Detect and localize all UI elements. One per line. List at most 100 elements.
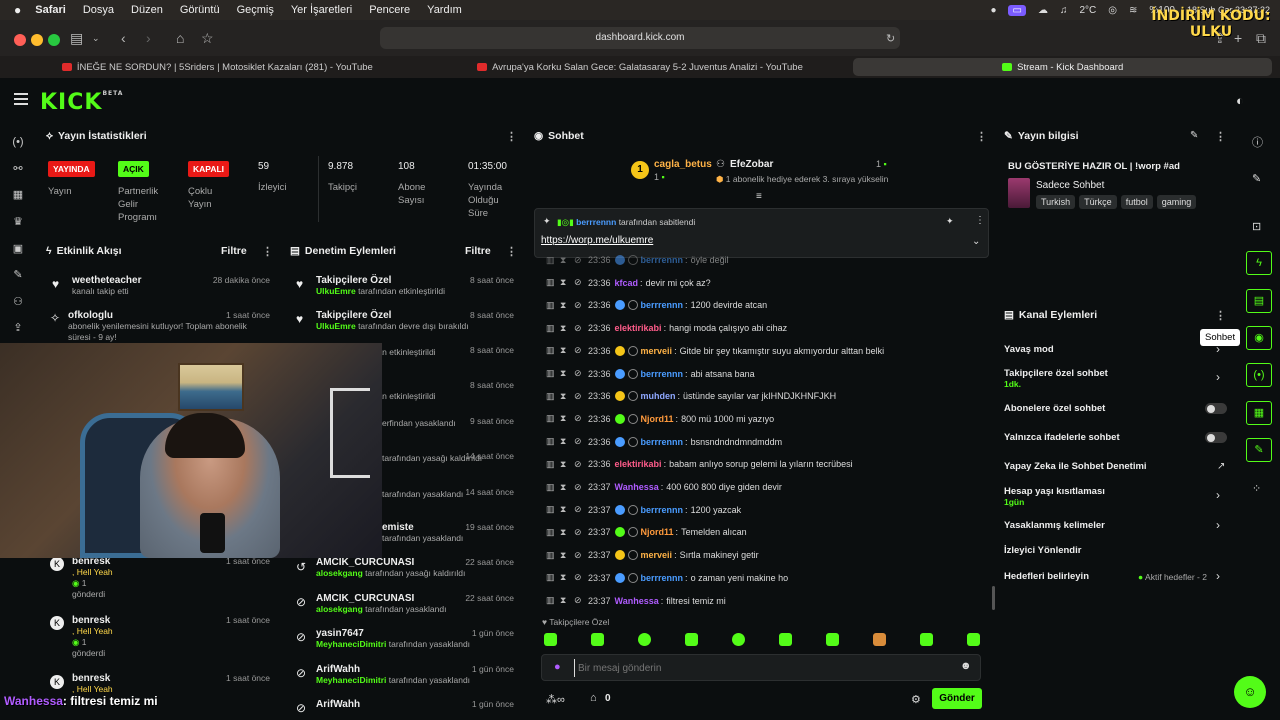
screen-icon[interactable]: ▭	[1008, 4, 1026, 16]
message-user[interactable]: merveii	[641, 346, 673, 356]
timeout-icon[interactable]: ⧗	[560, 527, 568, 538]
timeout-icon[interactable]: ⧗	[560, 345, 568, 356]
apps-icon[interactable]: ⁘	[1252, 482, 1261, 495]
emoji-icon[interactable]: ☻	[960, 660, 972, 672]
message-user[interactable]: elektirikabi	[615, 459, 662, 469]
message-user[interactable]: Wanhessa	[615, 596, 659, 606]
timeout-icon[interactable]: ⧗	[560, 482, 568, 493]
message-user[interactable]: Njord11	[641, 414, 674, 424]
emote-3[interactable]	[638, 633, 651, 646]
ban-icon[interactable]: ⊘	[574, 277, 582, 288]
chevron-down-icon[interactable]: ⌄	[92, 33, 100, 44]
mod-actor[interactable]: alosekgang	[316, 568, 363, 578]
url-text[interactable]: dashboard.kick.com	[596, 32, 685, 43]
menu-help[interactable]: Yardım	[427, 4, 462, 16]
zoom-window-button[interactable]	[48, 34, 60, 46]
delete-icon[interactable]: ▥	[546, 300, 555, 311]
link-icon[interactable]: ⚯	[11, 162, 25, 176]
tab-youtube-2[interactable]: Avrupa'ya Korku Salan Gece: Galatasaray …	[431, 58, 850, 76]
back-icon[interactable]: ‹	[121, 30, 126, 46]
action-followers-only[interactable]: Takipçilere özel sohbet 1dk.	[1004, 368, 1108, 389]
wifi-icon[interactable]: ≋	[1129, 5, 1137, 16]
action-ai-moderation[interactable]: Yapay Zeka ile Sohbet Denetimi	[1004, 461, 1147, 472]
chevron-right-icon[interactable]: ›	[1216, 518, 1220, 532]
chevron-right-icon[interactable]: ›	[1216, 370, 1220, 384]
menu-bookmarks[interactable]: Yer İşaretleri	[291, 4, 352, 16]
message-user[interactable]: merveii	[641, 550, 673, 560]
delete-icon[interactable]: ▥	[546, 277, 555, 288]
tag[interactable]: Türkçe	[1079, 195, 1117, 209]
delete-icon[interactable]: ▥	[546, 482, 555, 493]
action-goals[interactable]: Hedefleri belirleyin	[1004, 571, 1089, 582]
moderation-panel-button[interactable]: ▦	[1246, 401, 1272, 425]
address-bar[interactable]: dashboard.kick.com	[380, 27, 900, 49]
timeout-icon[interactable]: ⧗	[560, 572, 568, 583]
message-user[interactable]: berrrennn	[641, 300, 684, 310]
ban-icon[interactable]: ⊘	[574, 527, 582, 538]
ban-icon[interactable]: ⊘	[574, 459, 582, 470]
emote-4[interactable]	[685, 633, 698, 646]
profile-icon[interactable]: ◐	[1236, 93, 1244, 108]
timeout-icon[interactable]: ⧗	[560, 323, 568, 334]
timeout-icon[interactable]: ⧗	[560, 504, 568, 515]
message-user[interactable]: Njord11	[641, 527, 674, 537]
timeout-icon[interactable]: ⧗	[560, 277, 568, 288]
pencil-icon[interactable]: ✎	[1252, 172, 1261, 185]
notes-panel-button[interactable]: ▤	[1246, 289, 1272, 313]
delete-icon[interactable]: ▥	[546, 391, 555, 402]
info-icon[interactable]: ⓘ	[1252, 134, 1263, 150]
users-icon[interactable]: ⚇	[11, 295, 25, 309]
timeout-icon[interactable]: ⧗	[560, 413, 568, 424]
activity-panel-button[interactable]: ϟ	[1246, 251, 1272, 275]
message-user[interactable]: berrrennn	[641, 505, 684, 515]
menu-history[interactable]: Geçmiş	[237, 4, 274, 16]
menu-view[interactable]: Görüntü	[180, 4, 220, 16]
emote-7[interactable]	[826, 633, 839, 646]
emote-9[interactable]	[920, 633, 933, 646]
mod-actor[interactable]: UlkuEmre	[316, 286, 356, 296]
delete-icon[interactable]: ▥	[546, 459, 555, 470]
ban-icon[interactable]: ⊘	[574, 391, 582, 402]
message-user[interactable]: kfcad	[615, 278, 639, 288]
emote-2[interactable]	[591, 633, 604, 646]
gifter-name[interactable]: EfeZobar	[730, 159, 773, 170]
ban-icon[interactable]: ⊘	[574, 550, 582, 561]
delete-icon[interactable]: ▥	[546, 436, 555, 447]
timeout-icon[interactable]: ⧗	[560, 550, 568, 561]
chat-scrollbar[interactable]	[992, 586, 995, 610]
stream-info-menu-icon[interactable]: ⋮	[1215, 130, 1226, 143]
ban-icon[interactable]: ⊘	[574, 255, 582, 266]
menu-app[interactable]: Safari	[35, 4, 66, 16]
pinned-menu-icon[interactable]: ⋮	[975, 215, 985, 226]
delete-icon[interactable]: ▥	[546, 368, 555, 379]
pinned-by-user[interactable]: berrrennn	[576, 217, 616, 227]
timeout-icon[interactable]: ⧗	[560, 436, 568, 447]
tag[interactable]: futbol	[1120, 195, 1153, 209]
ban-icon[interactable]: ⊘	[574, 572, 582, 583]
timeout-icon[interactable]: ⧗	[560, 368, 568, 379]
support-button[interactable]: ☺	[1234, 676, 1266, 708]
trophy-icon[interactable]: ♛	[11, 215, 25, 229]
category-name[interactable]: Sadece Sohbet	[1036, 180, 1104, 191]
mod-actor[interactable]: MeyhaneciDimitri	[316, 675, 386, 685]
upload-icon[interactable]: ⇪	[11, 321, 25, 335]
close-window-button[interactable]	[14, 34, 26, 46]
microphone-icon[interactable]: ●	[554, 661, 561, 673]
menu-window[interactable]: Pencere	[369, 4, 410, 16]
activity-menu-icon[interactable]: ⋮	[262, 245, 273, 258]
message-user[interactable]: muhden	[641, 391, 676, 401]
message-user[interactable]: berrrennn	[641, 255, 684, 265]
delete-icon[interactable]: ▥	[546, 550, 555, 561]
wrench-icon[interactable]: ✎	[11, 268, 25, 282]
tag[interactable]: Turkish	[1036, 195, 1076, 209]
activity-filter-button[interactable]: Filtre	[221, 245, 247, 257]
menu-edit[interactable]: Düzen	[131, 4, 163, 16]
analytics-icon[interactable]: ▦	[11, 188, 25, 202]
minimize-window-button[interactable]	[31, 34, 43, 46]
weather-text[interactable]: 2°C	[1079, 5, 1096, 16]
reload-icon[interactable]: ↻	[886, 32, 895, 45]
kick-coin-icon[interactable]: ⁂∞	[546, 693, 565, 706]
emote-6[interactable]	[779, 633, 792, 646]
home-icon[interactable]: ⌂	[176, 30, 184, 46]
target-icon[interactable]: ◎	[1108, 5, 1117, 16]
